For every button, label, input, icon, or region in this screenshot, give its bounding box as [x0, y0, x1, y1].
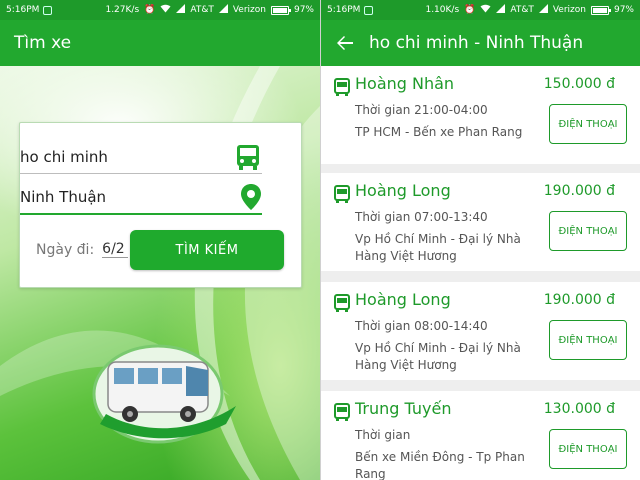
operator-name: Hoàng Long — [355, 290, 451, 309]
ticket-price: 150.000 đ — [543, 76, 615, 92]
results-screen: 5:16PM 1.10K/s ⏰ AT&T Verizon 97% ho chi… — [320, 0, 640, 480]
search-screen: 5:16PM 1.27K/s ⏰ AT&T Verizon 97% Tìm xe — [0, 0, 320, 480]
list-item[interactable]: Hoàng Nhân 150.000 đ Thời gian 21:00-04:… — [321, 66, 640, 164]
list-item[interactable]: Hoàng Long 190.000 đ Thời gian 08:00-14:… — [321, 282, 640, 380]
ticket-price: 190.000 đ — [543, 183, 615, 199]
departure-time: Thời gian — [355, 428, 411, 442]
list-item[interactable]: Hoàng Long 190.000 đ Thời gian 07:00-13:… — [321, 173, 640, 271]
status-bar: 5:16PM 1.27K/s ⏰ AT&T Verizon 97% — [0, 0, 320, 20]
carrier-att: AT&T — [510, 5, 534, 15]
operator-name: Hoàng Nhân — [355, 74, 455, 93]
ticket-price: 130.000 đ — [543, 401, 615, 417]
battery-percent: 97% — [293, 5, 314, 15]
departure-time: Thời gian 07:00-13:40 — [355, 210, 488, 224]
call-button[interactable]: ĐIỆN THOẠI — [549, 104, 627, 144]
status-time: 5:16PM — [327, 5, 361, 15]
battery-icon — [590, 5, 611, 15]
departure-time: Thời gian 21:00-04:00 — [355, 103, 488, 117]
results-list: Hoàng Nhân 150.000 đ Thời gian 21:00-04:… — [321, 66, 640, 480]
route-text: Vp Hồ Chí Minh - Đại lý Nhà Hàng Việt Hư… — [355, 341, 521, 372]
signal-icon — [538, 4, 548, 16]
signal-icon — [176, 4, 186, 16]
status-time: 5:16PM — [6, 5, 40, 15]
wifi-icon — [160, 4, 171, 16]
route-text: Bến xe Miền Đông - Tp Phan Rang — [355, 450, 525, 480]
alarm-icon: ⏰ — [144, 5, 156, 15]
notification-icon — [364, 5, 374, 15]
bus-icon[interactable] — [234, 143, 262, 171]
network-speed: 1.27K/s — [105, 5, 140, 15]
carrier-verizon: Verizon — [552, 5, 586, 15]
bus-logo-illustration — [92, 344, 236, 444]
departure-time: Thời gian 08:00-14:40 — [355, 319, 488, 333]
operator-name: Hoàng Long — [355, 181, 451, 200]
app-bar: Tìm xe — [0, 20, 320, 66]
wifi-icon — [480, 4, 491, 16]
list-item[interactable]: Trung Tuyến 130.000 đ Thời gian Bến xe M… — [321, 391, 640, 480]
page-title: Tìm xe — [14, 33, 72, 53]
destination-input[interactable] — [20, 188, 220, 206]
battery-level — [272, 7, 287, 13]
search-button[interactable]: TÌM KIẾM — [130, 230, 284, 270]
notification-icon — [43, 5, 53, 15]
bus-icon — [333, 78, 351, 100]
arrow-left-icon[interactable] — [321, 20, 369, 66]
carrier-verizon: Verizon — [232, 5, 266, 15]
date-input[interactable] — [102, 241, 129, 258]
page-title: ho chi minh - Ninh Thuận — [369, 33, 584, 53]
bus-icon — [333, 185, 351, 207]
destination-field-row — [20, 181, 262, 215]
battery-level — [592, 7, 607, 13]
origin-input[interactable] — [20, 147, 220, 166]
carrier-att: AT&T — [190, 5, 214, 15]
route-text: TP HCM - Bến xe Phan Rang — [355, 125, 523, 139]
battery-icon — [270, 5, 291, 15]
route-text: Vp Hồ Chí Minh - Đại lý Nhà Hàng Việt Hư… — [355, 232, 521, 263]
bus-icon — [333, 294, 351, 316]
call-button[interactable]: ĐIỆN THOẠI — [549, 211, 627, 251]
status-bar: 5:16PM 1.10K/s ⏰ AT&T Verizon 97% — [321, 0, 640, 20]
call-button[interactable]: ĐIỆN THOẠI — [549, 429, 627, 469]
bus-icon — [333, 403, 351, 425]
signal-icon — [496, 4, 506, 16]
location-pin-icon[interactable] — [240, 183, 262, 211]
operator-name: Trung Tuyến — [355, 399, 452, 418]
signal-icon — [218, 4, 228, 16]
date-label: Ngày đi: — [36, 241, 95, 258]
alarm-icon: ⏰ — [464, 5, 476, 15]
date-row: Ngày đi: — [36, 241, 129, 258]
ticket-price: 190.000 đ — [543, 292, 615, 308]
app-bar: ho chi minh - Ninh Thuận — [321, 20, 640, 66]
call-button[interactable]: ĐIỆN THOẠI — [549, 320, 627, 360]
network-speed: 1.10K/s — [425, 5, 460, 15]
origin-field-row — [20, 140, 262, 174]
battery-percent: 97% — [613, 5, 634, 15]
